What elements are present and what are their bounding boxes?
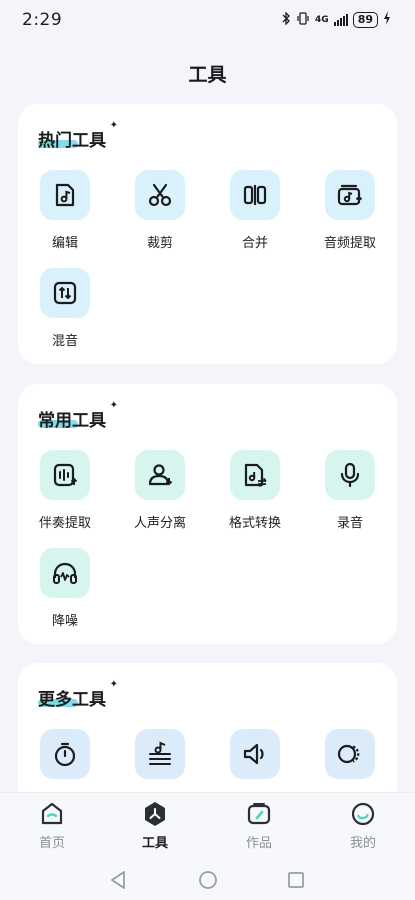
sparkle-icon: ✦ bbox=[109, 679, 118, 690]
loop-icon bbox=[325, 729, 375, 779]
tools-icon bbox=[142, 801, 168, 827]
section-common-tools: 常用工具 ✦ 伴奏提取 人声分离 格式转换 录音 降噪 bbox=[18, 384, 397, 644]
tool-cut[interactable]: 裁剪 bbox=[113, 170, 207, 251]
section-more-tools: 更多工具 ✦ bbox=[18, 663, 397, 792]
recent-apps-icon[interactable] bbox=[284, 868, 308, 892]
system-nav-bar bbox=[0, 860, 415, 900]
sparkle-icon: ✦ bbox=[109, 400, 118, 411]
tool-mix[interactable]: 混音 bbox=[18, 268, 112, 349]
format-convert-icon bbox=[230, 450, 280, 500]
tool-edit[interactable]: 编辑 bbox=[18, 170, 112, 251]
bottom-nav: 首页 工具 作品 我的 bbox=[0, 792, 415, 861]
nav-home[interactable]: 首页 bbox=[12, 801, 92, 851]
scissors-icon bbox=[135, 170, 185, 220]
tool-voice-separation[interactable]: 人声分离 bbox=[113, 450, 207, 531]
nav-profile[interactable]: 我的 bbox=[323, 801, 403, 851]
equalizer-icon bbox=[135, 729, 185, 779]
voice-separate-icon bbox=[135, 450, 185, 500]
nav-works[interactable]: 作品 bbox=[219, 801, 299, 851]
sparkle-icon: ✦ bbox=[109, 120, 118, 131]
tool-equalizer[interactable] bbox=[113, 729, 207, 779]
home-icon bbox=[39, 801, 65, 827]
microphone-icon bbox=[325, 450, 375, 500]
accompaniment-icon bbox=[40, 450, 90, 500]
timer-icon bbox=[40, 729, 90, 779]
merge-icon bbox=[230, 170, 280, 220]
tools-scroll-area[interactable]: 热门工具 ✦ 编辑 裁剪 合并 音频提取 混音 常用工具 ✦ 伴奏提取 人声分离… bbox=[0, 0, 415, 792]
tool-record[interactable]: 录音 bbox=[303, 450, 397, 531]
volume-icon bbox=[230, 729, 280, 779]
tool-accompaniment-extract[interactable]: 伴奏提取 bbox=[18, 450, 112, 531]
edit-note-icon bbox=[40, 170, 90, 220]
section-title: 常用工具 ✦ bbox=[38, 400, 118, 431]
tool-timer[interactable] bbox=[18, 729, 112, 779]
tool-volume[interactable] bbox=[208, 729, 302, 779]
profile-icon bbox=[350, 801, 376, 827]
mix-icon bbox=[40, 268, 90, 318]
works-icon bbox=[246, 801, 272, 827]
section-title: 更多工具 ✦ bbox=[38, 679, 118, 710]
section-title: 热门工具 ✦ bbox=[38, 120, 118, 151]
nav-tools[interactable]: 工具 bbox=[115, 801, 195, 851]
audio-extract-icon bbox=[325, 170, 375, 220]
home-circle-icon[interactable] bbox=[196, 868, 220, 892]
headphones-icon bbox=[40, 548, 90, 598]
tool-audio-extract[interactable]: 音频提取 bbox=[303, 170, 397, 251]
tool-merge[interactable]: 合并 bbox=[208, 170, 302, 251]
tool-format-convert[interactable]: 格式转换 bbox=[208, 450, 302, 531]
back-icon[interactable] bbox=[106, 868, 130, 892]
tool-noise-reduction[interactable]: 降噪 bbox=[18, 548, 112, 629]
section-hot-tools: 热门工具 ✦ 编辑 裁剪 合并 音频提取 混音 bbox=[18, 104, 397, 364]
tool-loop[interactable] bbox=[303, 729, 397, 779]
